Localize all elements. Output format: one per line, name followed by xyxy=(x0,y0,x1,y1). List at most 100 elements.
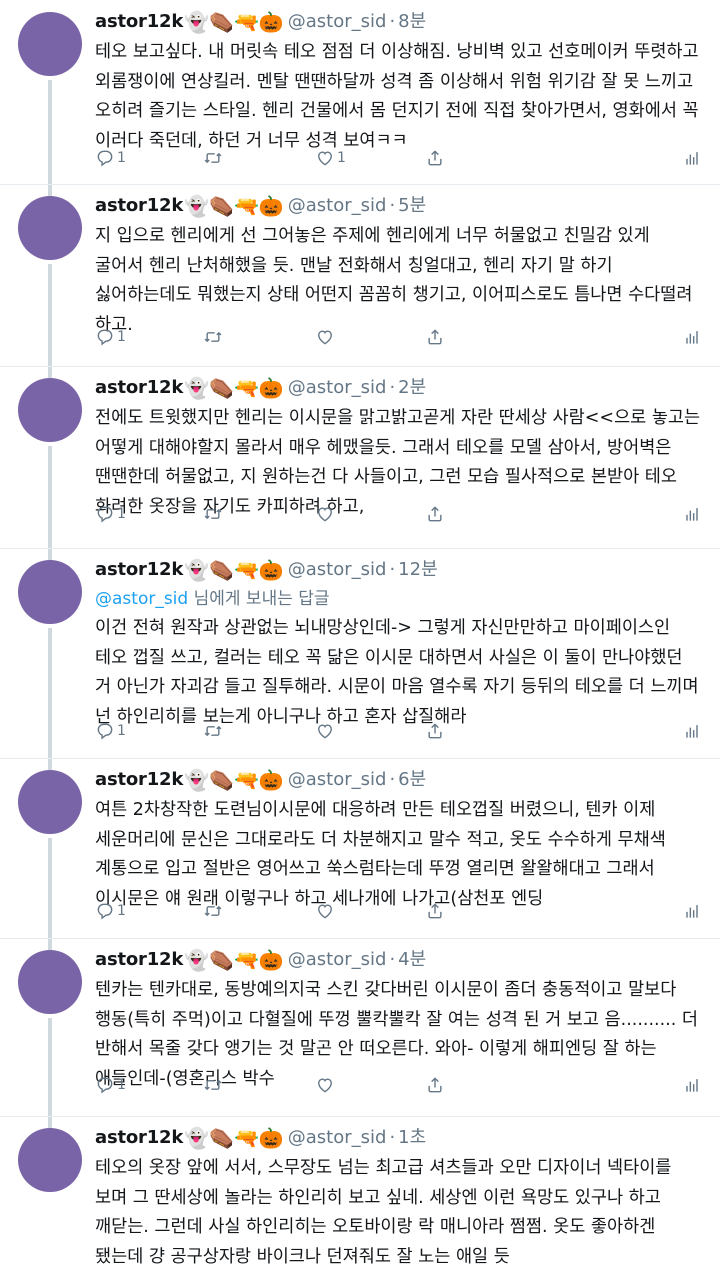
tweet[interactable]: astor12k 👻⚰️🔫🎃 @astor_sid · 4분 텐카는 텐카대로, 동방예의… xyxy=(0,938,720,1128)
name-emojis: 👻⚰️🔫🎃 xyxy=(184,194,284,218)
user-handle[interactable]: @astor_sid xyxy=(288,8,387,36)
like-button[interactable]: 1 xyxy=(315,148,346,168)
name-emojis: 👻⚰️🔫🎃 xyxy=(184,948,284,972)
user-handle[interactable]: @astor_sid xyxy=(288,1124,387,1152)
avatar[interactable] xyxy=(18,196,82,260)
analytics-icon xyxy=(682,504,702,524)
tweet[interactable]: astor12k 👻⚰️🔫🎃 @astor_sid · 12분 @astor_sid 님에… xyxy=(0,548,720,770)
avatar[interactable] xyxy=(18,378,82,442)
timestamp[interactable]: 2분 xyxy=(398,374,426,402)
display-name[interactable]: astor12k xyxy=(95,374,183,402)
display-name[interactable]: astor12k xyxy=(95,1124,183,1152)
reply-button[interactable]: 1 xyxy=(95,1075,126,1095)
tweet-text: 여튼 2차창작한 도련님이시문에 대응하려 만든 테오껍질 버렸으니, 텐카 이… xyxy=(95,800,666,909)
reply-button[interactable]: 1 xyxy=(95,504,126,524)
analytics-button[interactable] xyxy=(682,504,702,524)
tweet-actions: 1 xyxy=(95,1072,702,1098)
tweet-header: astor12k 👻⚰️🔫🎃 @astor_sid · 1초 xyxy=(95,1124,702,1152)
timestamp[interactable]: 4분 xyxy=(398,946,426,974)
retweet-icon xyxy=(203,327,223,347)
share-button[interactable] xyxy=(425,504,445,524)
display-name[interactable]: astor12k xyxy=(95,556,183,584)
share-icon xyxy=(425,327,445,347)
analytics-button[interactable] xyxy=(682,1075,702,1095)
user-handle[interactable]: @astor_sid xyxy=(288,946,387,974)
retweet-icon xyxy=(203,148,223,168)
share-icon xyxy=(425,504,445,524)
action-count: 1 xyxy=(117,506,126,522)
user-handle[interactable]: @astor_sid xyxy=(288,556,387,584)
avatar[interactable] xyxy=(18,950,82,1014)
reply-button[interactable]: 1 xyxy=(95,148,126,168)
reply-context-label: 님에게 보내는 답글 xyxy=(188,589,330,609)
analytics-button[interactable] xyxy=(682,721,702,741)
share-icon xyxy=(425,901,445,921)
tweet-text: 테오 보고싶다. 내 머릿속 테오 점점 더 이상해짐. 낭비벽 있고 선호메이… xyxy=(95,42,699,151)
tweet-actions: 11 xyxy=(95,145,702,171)
timestamp[interactable]: 5분 xyxy=(398,192,426,220)
timestamp[interactable]: 12분 xyxy=(398,556,437,584)
like-button[interactable] xyxy=(315,721,337,741)
display-name[interactable]: astor12k xyxy=(95,192,183,220)
avatar[interactable] xyxy=(18,770,82,834)
tweet-content: astor12k 👻⚰️🔫🎃 @astor_sid · 8분테오 보고싶다. 내 머릿속… xyxy=(95,8,702,156)
retweet-button[interactable] xyxy=(203,721,223,741)
heart-icon xyxy=(315,721,335,741)
share-button[interactable] xyxy=(425,327,445,347)
user-handle[interactable]: @astor_sid xyxy=(288,766,387,794)
analytics-icon xyxy=(682,721,702,741)
user-handle[interactable]: @astor_sid xyxy=(288,374,387,402)
tweet[interactable]: astor12k 👻⚰️🔫🎃 @astor_sid · 6분 여튼 2차창작한 도련님이시… xyxy=(0,758,720,950)
reply-button[interactable]: 1 xyxy=(95,721,126,741)
analytics-icon xyxy=(682,148,702,168)
separator-dot: · xyxy=(389,949,396,970)
share-button[interactable] xyxy=(425,721,445,741)
tweet-header: astor12k 👻⚰️🔫🎃 @astor_sid · 4분 xyxy=(95,946,702,974)
share-button[interactable] xyxy=(425,148,445,168)
like-button[interactable] xyxy=(315,327,337,347)
user-handle[interactable]: @astor_sid xyxy=(288,192,387,220)
analytics-button[interactable] xyxy=(682,148,702,168)
analytics-icon xyxy=(682,901,702,921)
analytics-button[interactable] xyxy=(682,327,702,347)
avatar[interactable] xyxy=(18,12,82,76)
like-button[interactable] xyxy=(315,1075,337,1095)
avatar[interactable] xyxy=(18,560,82,624)
action-count: 1 xyxy=(117,1077,126,1093)
tweet[interactable]: astor12k 👻⚰️🔫🎃 @astor_sid · 1초 테오의 옷장 앞에 서서, … xyxy=(0,1116,720,1286)
reply-button[interactable]: 1 xyxy=(95,901,126,921)
retweet-button[interactable] xyxy=(203,148,223,168)
reply-mention[interactable]: @astor_sid xyxy=(95,589,188,609)
avatar[interactable] xyxy=(18,1128,82,1192)
share-button[interactable] xyxy=(425,901,445,921)
share-button[interactable] xyxy=(425,1075,445,1095)
separator-dot: · xyxy=(389,769,396,790)
retweet-button[interactable] xyxy=(203,901,223,921)
display-name[interactable]: astor12k xyxy=(95,8,183,36)
timestamp[interactable]: 6분 xyxy=(398,766,426,794)
tweet[interactable]: astor12k 👻⚰️🔫🎃 @astor_sid · 2분 전에도 트윗했지만 헨리는 … xyxy=(0,366,720,560)
display-name[interactable]: astor12k xyxy=(95,946,183,974)
tweet[interactable]: astor12k 👻⚰️🔫🎃 @astor_sid · 8분테오 보고싶다. 내 머릿속… xyxy=(0,0,720,196)
action-count: 1 xyxy=(117,150,126,166)
timestamp[interactable]: 8분 xyxy=(398,8,426,36)
retweet-button[interactable] xyxy=(203,1075,223,1095)
reply-button[interactable]: 1 xyxy=(95,327,126,347)
tweet-header: astor12k 👻⚰️🔫🎃 @astor_sid · 8분 xyxy=(95,8,702,36)
timestamp[interactable]: 1초 xyxy=(398,1124,426,1152)
display-name[interactable]: astor12k xyxy=(95,766,183,794)
retweet-button[interactable] xyxy=(203,504,223,524)
tweet[interactable]: astor12k 👻⚰️🔫🎃 @astor_sid · 5분 지 입으로 헨리에게 선 그… xyxy=(0,184,720,378)
action-count: 1 xyxy=(117,329,126,345)
analytics-button[interactable] xyxy=(682,901,702,921)
like-button[interactable] xyxy=(315,901,337,921)
reply-context: @astor_sid 님에게 보내는 답글 xyxy=(95,586,702,612)
heart-icon xyxy=(315,901,335,921)
name-emojis: 👻⚰️🔫🎃 xyxy=(184,558,284,582)
name-emojis: 👻⚰️🔫🎃 xyxy=(184,376,284,400)
name-emojis: 👻⚰️🔫🎃 xyxy=(184,1126,284,1150)
heart-icon xyxy=(315,1075,335,1095)
retweet-button[interactable] xyxy=(203,327,223,347)
reply-icon xyxy=(95,148,115,168)
like-button[interactable] xyxy=(315,504,337,524)
